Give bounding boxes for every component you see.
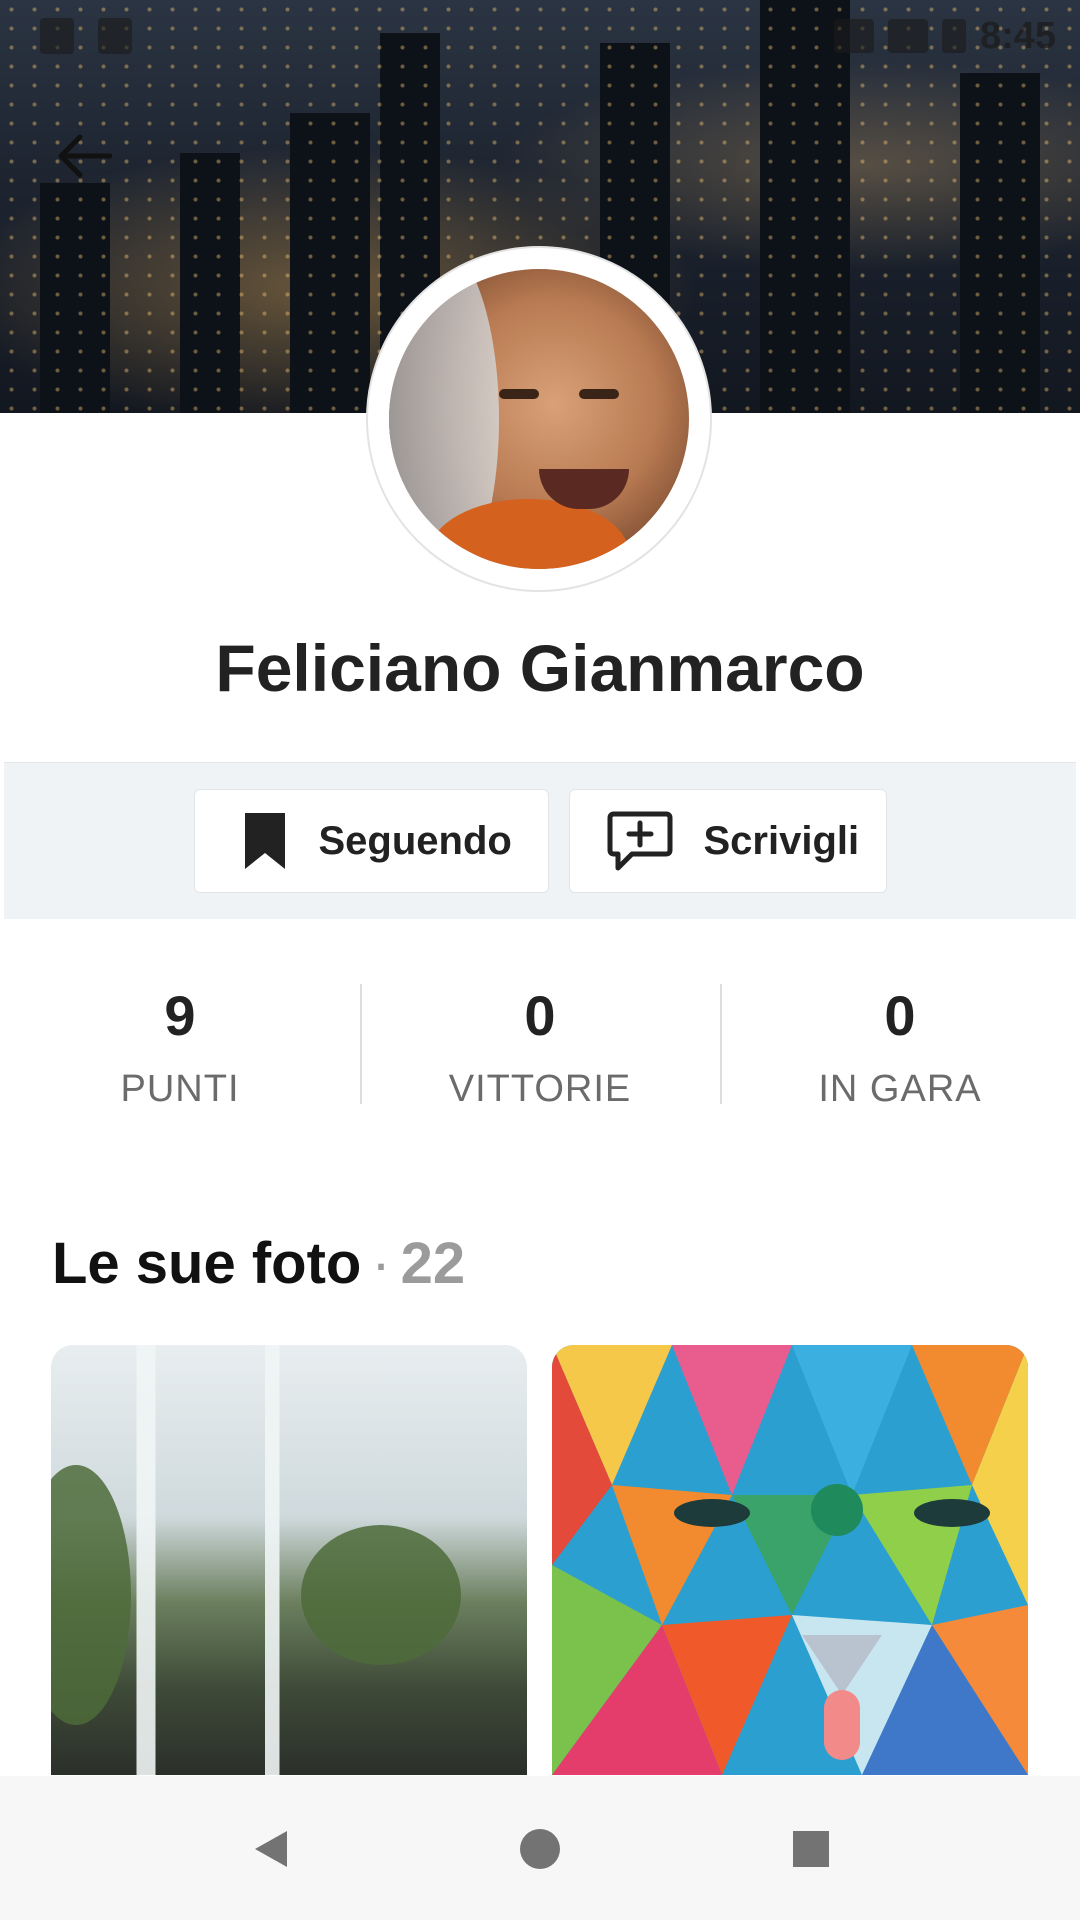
photo-plant [301,1525,461,1665]
stat-label: VITTORIE [448,1068,632,1110]
stat-victories[interactable]: 0 VITTORIE [360,978,720,1110]
nav-home-button[interactable] [515,1824,565,1874]
nav-back-button[interactable] [246,1824,296,1874]
nav-back-icon [255,1831,287,1867]
stat-value: 0 [524,984,556,1047]
write-message-button[interactable]: Scrivigli [568,789,887,893]
photos-count: 22 [400,1231,466,1296]
avatar-eye [579,389,619,399]
photo-thumbnail[interactable] [552,1345,1028,1775]
status-bar: 8:45 [833,14,1056,58]
status-time: 8:45 [979,14,1056,57]
photo-mural [552,1345,1028,1775]
stats-row: 9 PUNTI 0 VITTORIE 0 IN GARA [0,978,1080,1111]
stat-in-race[interactable]: 0 IN GARA [720,978,1080,1110]
photo-plant [51,1465,131,1725]
wifi-icon [833,19,874,53]
sd-card-icon [98,18,132,54]
avatar-eye [499,389,539,399]
photos-title-text: Le sue foto [52,1231,362,1296]
avatar[interactable] [366,246,712,592]
action-bar: Seguendo Scrivigli [4,762,1076,919]
write-message-button-label: Scrivigli [703,818,860,863]
photos-section-title: Le sue foto · 22 [52,1230,465,1297]
nav-recents-icon [793,1831,829,1867]
stat-points[interactable]: 9 PUNTI [0,978,360,1111]
back-button[interactable] [52,126,116,186]
nav-recents-button[interactable] [786,1824,836,1874]
photo-thumbnail[interactable] [51,1345,527,1775]
arrow-left-icon [58,134,112,178]
notification-icon [40,18,74,54]
battery-icon [941,19,966,53]
nav-home-icon [520,1829,560,1869]
signal-icon [887,19,928,53]
photos-title-separator: · [371,1231,391,1296]
avatar-photo [389,269,689,569]
stat-label: IN GARA [818,1068,982,1110]
status-bar-left [40,18,132,54]
follow-button-label: Seguendo [318,818,512,863]
follow-button[interactable]: Seguendo [193,789,549,893]
system-nav-bar [0,1776,1080,1920]
stat-value: 9 [164,984,196,1047]
bookmark-icon [241,809,289,873]
stat-value: 0 [884,984,916,1047]
message-plus-icon [606,810,674,872]
stat-label: PUNTI [120,1068,240,1110]
profile-name: Feliciano Gianmarco [215,631,865,705]
